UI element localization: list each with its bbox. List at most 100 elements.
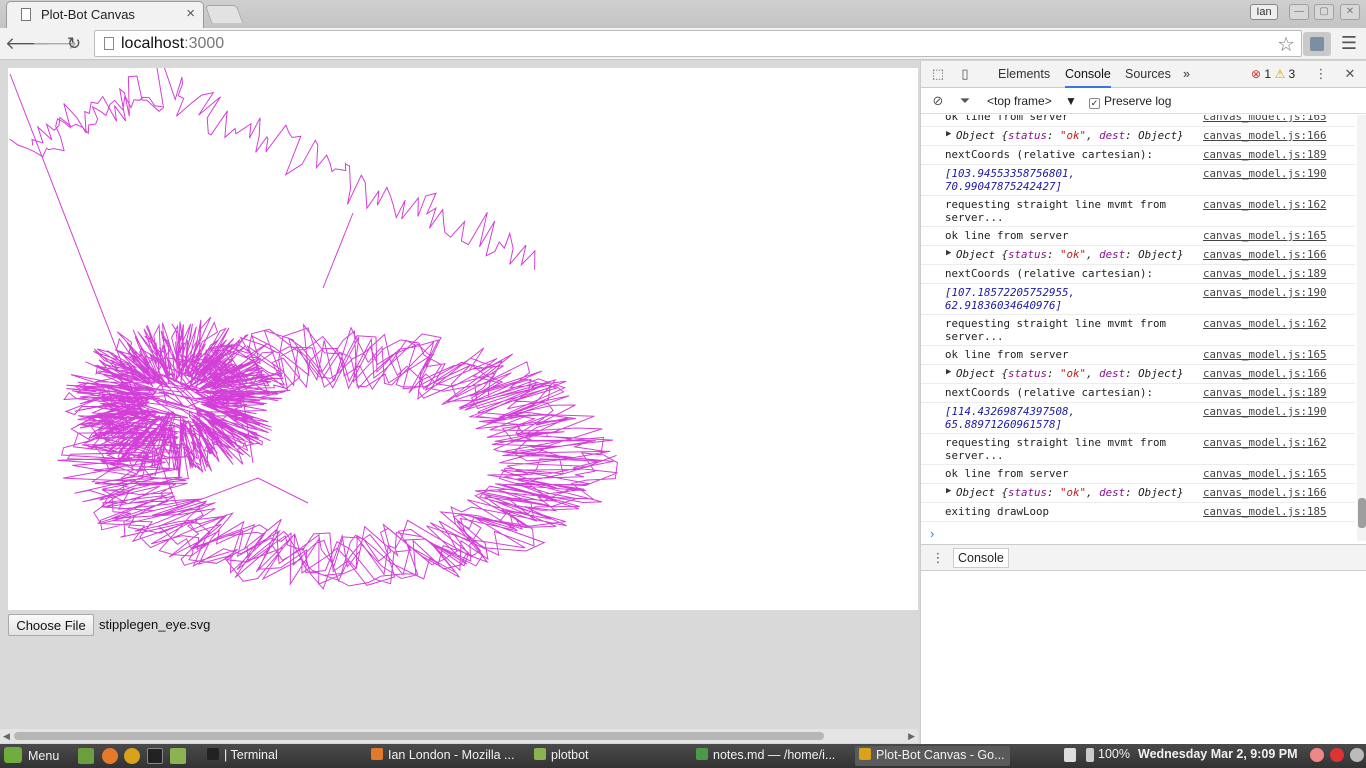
wifi-icon[interactable] [1064, 748, 1076, 762]
new-tab-button[interactable] [204, 5, 244, 23]
terminal-icon[interactable] [147, 748, 163, 764]
choose-file-button[interactable]: Choose File [8, 614, 94, 636]
console-log-row: [107.18572205752955, 62.91836034640976] c… [921, 284, 1355, 315]
back-arrow-icon[interactable]: 🡐 [5, 32, 51, 56]
window-icon [696, 748, 708, 760]
error-warning-counts[interactable]: ⊗ 1 ⚠ 3 [1251, 67, 1295, 81]
horizontal-scrollbar[interactable]: ◀ ▶ [0, 729, 918, 743]
update-shield-icon[interactable] [1330, 748, 1344, 762]
console-source-link[interactable]: canvas_model.js:189 [1203, 386, 1327, 399]
start-menu-button[interactable]: Menu [4, 747, 59, 763]
console-prompt-icon[interactable]: › [930, 526, 934, 541]
scroll-right-icon[interactable]: ▶ [908, 729, 915, 743]
taskbar-window-item[interactable]: Ian London - Mozilla ... [367, 746, 522, 766]
console-source-link[interactable]: canvas_model.js:166 [1203, 486, 1327, 499]
console-source-link[interactable]: canvas_model.js:190 [1203, 167, 1327, 180]
devtools-close-icon[interactable]: ✕ [1342, 66, 1358, 82]
clear-console-icon[interactable]: ⊘ [930, 93, 946, 109]
console-object-row[interactable]: ▶ Object {status: "ok", dest: Object} canv… [921, 365, 1355, 384]
browser-tab-plot-bot-canvas[interactable]: Plot-Bot Canvas × [6, 1, 204, 28]
frame-select[interactable]: <top frame> ▼ [987, 94, 1077, 108]
console-source-link[interactable]: canvas_model.js:189 [1203, 148, 1327, 161]
drawer-tab-console[interactable]: Console [953, 548, 1009, 568]
taskbar-window-label: Plot-Bot Canvas - Go... [876, 748, 1005, 762]
console-object-row[interactable]: ▶ Object {status: "ok", dest: Object} canv… [921, 127, 1355, 146]
console-source-link[interactable]: canvas_model.js:190 [1203, 405, 1327, 418]
console-source-link[interactable]: canvas_model.js:190 [1203, 286, 1327, 299]
url-text: localhost:3000 [121, 35, 225, 52]
console-source-link[interactable]: canvas_model.js:166 [1203, 129, 1327, 142]
tab-close-icon[interactable]: × [186, 5, 195, 22]
plot-eyebrow-stroke [9, 65, 536, 270]
console-source-link[interactable]: canvas_model.js:162 [1203, 317, 1327, 330]
address-bar[interactable]: localhost:3000 ☆ [94, 30, 1302, 57]
filter-icon[interactable]: ⏷ [957, 93, 973, 109]
tab-elements[interactable]: Elements [998, 67, 1050, 81]
scrollbar-thumb[interactable] [1358, 498, 1366, 528]
console-log-row: [103.94553358756801, 70.99047875242427] c… [921, 165, 1355, 196]
expand-triangle-icon[interactable]: ▶ [946, 248, 951, 258]
plot-canvas[interactable] [8, 65, 918, 610]
console-source-link[interactable]: canvas_model.js:165 [1203, 467, 1327, 480]
minimize-icon[interactable]: — [1289, 4, 1309, 20]
battery-icon[interactable] [1086, 748, 1094, 762]
taskbar-window-label: | Terminal [224, 748, 278, 762]
checkbox-checked-icon: ✓ [1089, 98, 1100, 109]
expand-triangle-icon[interactable]: ▶ [946, 129, 951, 139]
taskbar-window-item[interactable]: | Terminal [203, 746, 358, 766]
console-log-row: requesting straight line mvmt from serve… [921, 196, 1355, 227]
console-source-link[interactable]: canvas_model.js:189 [1203, 267, 1327, 280]
battery-percent: 100% [1098, 747, 1130, 761]
chrome-menu-icon[interactable]: ☰ [1338, 33, 1360, 55]
clock[interactable]: Wednesday Mar 2, 9:09 PM [1138, 747, 1298, 761]
console-scrollbar[interactable] [1357, 115, 1366, 541]
expand-triangle-icon[interactable]: ▶ [946, 486, 951, 496]
volume-icon[interactable] [1350, 748, 1364, 762]
drawer-menu-icon[interactable]: ⋮ [930, 550, 946, 566]
console-source-link[interactable]: canvas_model.js:166 [1203, 248, 1327, 261]
console-source-link[interactable]: canvas_model.js:166 [1203, 367, 1327, 380]
taskbar-window-item[interactable]: Plot-Bot Canvas - Go... [855, 746, 1010, 766]
tab-title: Plot-Bot Canvas [41, 7, 135, 22]
console-source-link[interactable]: canvas_model.js:165 [1203, 348, 1327, 361]
firefox-icon[interactable] [102, 748, 118, 764]
console-log[interactable]: ok line from server canvas_model.js:165 ▶ O… [921, 115, 1355, 539]
inspect-element-icon[interactable]: ⬚ [930, 66, 946, 82]
console-source-link[interactable]: canvas_model.js:165 [1203, 229, 1327, 242]
tab-sources[interactable]: Sources [1125, 67, 1171, 81]
taskbar-window-item[interactable]: notes.md — /home/i... [692, 746, 847, 766]
mint-logo-icon [4, 747, 22, 763]
console-source-link[interactable]: canvas_model.js:162 [1203, 198, 1327, 211]
devtools-menu-icon[interactable]: ⋮ [1313, 66, 1329, 82]
chrome-icon[interactable] [124, 748, 140, 764]
more-tabs-icon[interactable]: » [1183, 67, 1190, 81]
console-source-link[interactable]: canvas_model.js:165 [1203, 115, 1327, 123]
window-close-icon[interactable]: ✕ [1340, 4, 1360, 20]
scrollbar-thumb[interactable] [14, 732, 824, 740]
console-source-link[interactable]: canvas_model.js:185 [1203, 505, 1327, 518]
maximize-icon[interactable]: ▢ [1314, 4, 1334, 20]
forward-arrow-icon[interactable]: 🡒 [32, 32, 78, 56]
profile-button[interactable]: Ian [1250, 4, 1278, 20]
page-viewport: Choose File stipplegen_eye.svg ◀ ▶ [0, 61, 920, 744]
console-message: nextCoords (relative cartesian): [945, 148, 1154, 161]
console-object-row[interactable]: ▶ Object {status: "ok", dest: Object} canv… [921, 246, 1355, 265]
console-log-row: ok line from server canvas_model.js:165 [921, 465, 1355, 484]
files-icon[interactable] [170, 748, 186, 764]
console-object-row[interactable]: ▶ Object {status: "ok", dest: Object} canv… [921, 484, 1355, 503]
console-source-link[interactable]: canvas_model.js:162 [1203, 436, 1327, 449]
console-message: ok line from server [945, 467, 1069, 480]
preserve-log-checkbox[interactable]: ✓ Preserve log [1089, 94, 1171, 109]
device-mode-icon[interactable]: ▯ [957, 66, 973, 82]
show-desktop-icon[interactable] [78, 748, 94, 764]
expand-triangle-icon[interactable]: ▶ [946, 367, 951, 377]
reload-icon[interactable]: ↻ [62, 32, 86, 56]
tab-console[interactable]: Console [1065, 67, 1111, 88]
console-log-row: nextCoords (relative cartesian): canvas_m… [921, 146, 1355, 165]
bookmark-star-icon[interactable]: ☆ [1277, 32, 1295, 57]
taskbar-window-item[interactable]: plotbot [530, 746, 680, 766]
notification-icon[interactable] [1310, 748, 1324, 762]
extension-icon[interactable] [1303, 32, 1331, 56]
console-log-row: nextCoords (relative cartesian): canvas_m… [921, 384, 1355, 403]
scroll-left-icon[interactable]: ◀ [3, 729, 10, 743]
